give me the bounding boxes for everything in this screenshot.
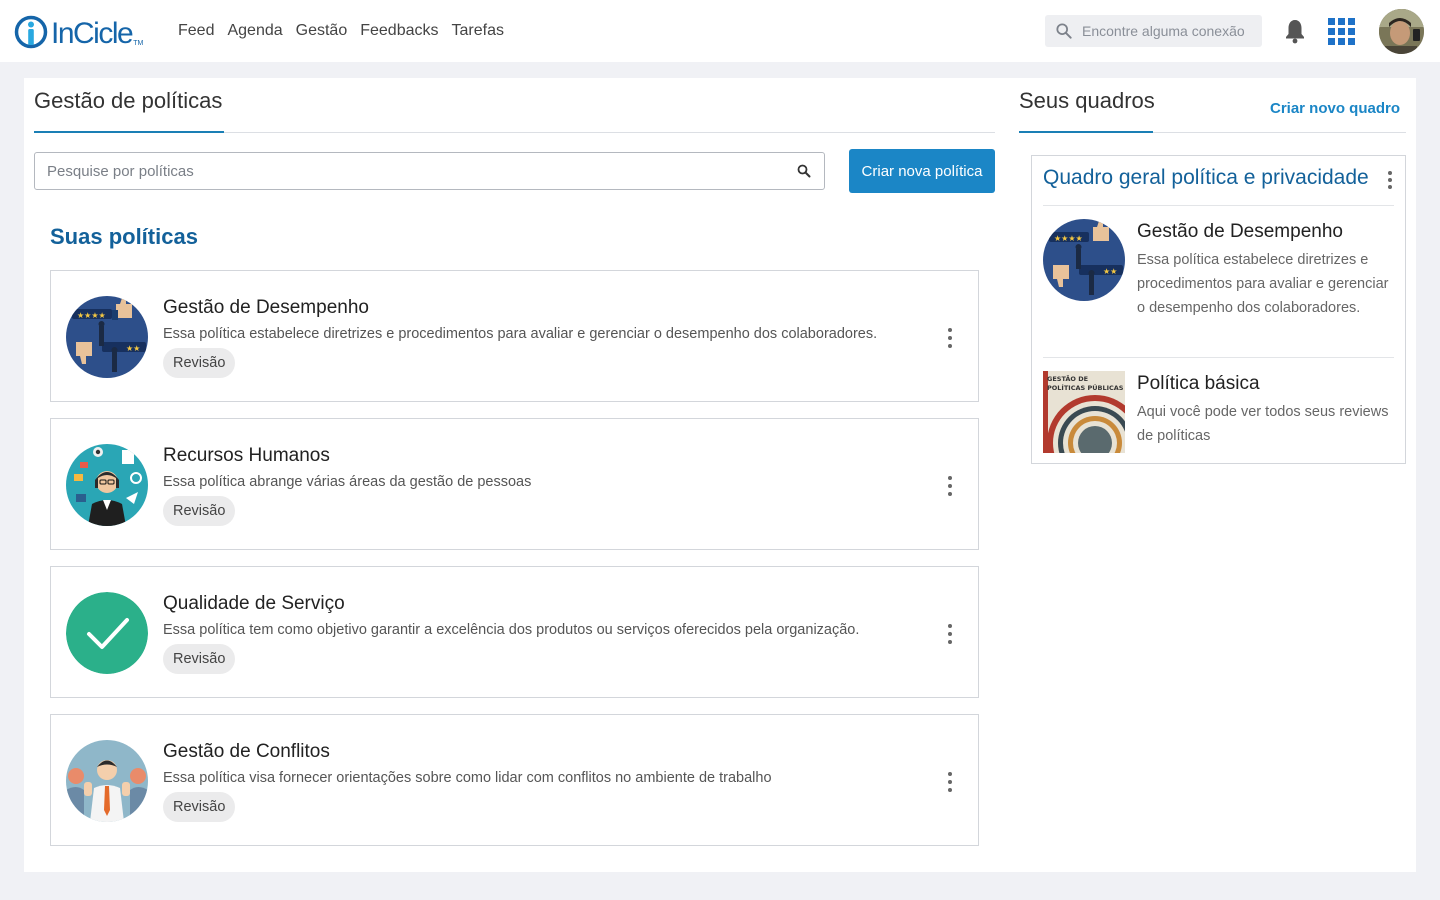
boards-title: Seus quadros <box>1019 88 1155 113</box>
policy-title: Gestão de Desempenho <box>163 297 369 318</box>
policy-search <box>34 152 825 190</box>
board-item-title[interactable]: Política básica <box>1137 373 1260 395</box>
nav-feed[interactable]: Feed <box>178 20 214 42</box>
bell-icon[interactable] <box>1284 18 1306 44</box>
more-options-icon[interactable] <box>944 476 956 496</box>
board-title[interactable]: Quadro geral política e privacidade <box>1043 166 1369 190</box>
board-options-icon[interactable] <box>1384 171 1396 189</box>
more-options-icon[interactable] <box>944 624 956 644</box>
more-options-icon[interactable] <box>944 772 956 792</box>
policy-description: Essa política visa fornecer orientações … <box>163 770 772 786</box>
search-icon[interactable] <box>784 164 824 178</box>
conflict-thumbnail <box>66 740 148 822</box>
hr-thumbnail <box>66 444 148 526</box>
book-cover-thumbnail: GESTÃO DE POLÍTICAS PÚBLICAS <box>1043 371 1125 453</box>
user-avatar[interactable] <box>1379 9 1424 54</box>
connection-search <box>1045 15 1262 47</box>
status-badge: Revisão <box>163 496 236 526</box>
boards-panel: Seus quadros Criar novo quadro Quadro ge… <box>1005 78 1416 872</box>
policy-card[interactable]: Qualidade de Serviço Essa política tem c… <box>50 566 979 698</box>
performance-thumbnail: ★★★★ ★★ <box>66 296 148 378</box>
board-card: Quadro geral política e privacidade ★★★★… <box>1031 155 1406 464</box>
logo-trademark: TM <box>133 40 144 47</box>
apps-grid-icon[interactable] <box>1328 18 1355 45</box>
board-separator <box>1043 357 1394 358</box>
board-separator <box>1043 205 1394 206</box>
more-options-icon[interactable] <box>944 328 956 348</box>
nav-gestao[interactable]: Gestão <box>296 20 348 42</box>
svg-text:★★: ★★ <box>1103 267 1117 276</box>
board-item-description: Essa política estabelece diretrizes e pr… <box>1137 252 1389 316</box>
connection-search-input[interactable] <box>1082 23 1262 39</box>
policy-description: Essa política tem como objetivo garantir… <box>163 622 860 638</box>
section-heading: Suas políticas <box>50 224 198 249</box>
policies-panel: Gestão de políticas Criar nova política … <box>24 78 1005 872</box>
book-cover-line2: POLÍTICAS PÚBLICAS <box>1047 383 1124 392</box>
policy-description: Essa política estabelece diretrizes e pr… <box>163 326 878 342</box>
status-badge: Revisão <box>163 644 236 674</box>
svg-text:★★★★: ★★★★ <box>1054 234 1083 243</box>
status-badge: Revisão <box>163 348 236 378</box>
policy-title: Recursos Humanos <box>163 445 330 466</box>
create-policy-button[interactable]: Criar nova política <box>849 149 995 193</box>
book-cover-line1: GESTÃO DE <box>1047 374 1088 383</box>
policy-card[interactable]: ★★★★ ★★ Gestão de Desempenho Essa políti… <box>50 270 979 402</box>
title-accent <box>34 131 224 133</box>
board-item-description: Aqui você pode ver todos seus reviews de… <box>1137 404 1389 444</box>
incicle-logo[interactable]: InCicle TM <box>14 13 143 49</box>
board-item-thumbnail: ★★★★ ★★ <box>1043 219 1125 301</box>
policy-card[interactable]: Recursos Humanos Essa política abrange v… <box>50 418 979 550</box>
nav-feedbacks[interactable]: Feedbacks <box>360 20 438 42</box>
nav-tarefas[interactable]: Tarefas <box>452 20 504 42</box>
policy-search-input[interactable] <box>47 162 784 180</box>
policy-title: Gestão de Conflitos <box>163 741 330 762</box>
page-title: Gestão de políticas <box>34 88 223 113</box>
board-item-title[interactable]: Gestão de Desempenho <box>1137 221 1343 243</box>
check-thumbnail <box>66 592 148 674</box>
top-navbar: InCicle TM Feed Agenda Gestão Feedbacks … <box>0 0 1440 62</box>
nav-agenda[interactable]: Agenda <box>227 20 282 42</box>
search-icon <box>1056 23 1072 39</box>
logo-mark-icon <box>14 15 48 49</box>
status-badge: Revisão <box>163 792 236 822</box>
policy-description: Essa política abrange várias áreas da ge… <box>163 474 532 490</box>
logo-text: InCicle <box>51 17 134 50</box>
create-board-link[interactable]: Criar novo quadro <box>1270 100 1400 117</box>
policy-title: Qualidade de Serviço <box>163 593 345 614</box>
svg-text:★★: ★★ <box>126 344 140 353</box>
policy-card[interactable]: Gestão de Conflitos Essa política visa f… <box>50 714 979 846</box>
main-nav: Feed Agenda Gestão Feedbacks Tarefas <box>178 20 504 42</box>
boards-accent <box>1019 131 1153 133</box>
svg-text:★★★★: ★★★★ <box>77 311 106 320</box>
